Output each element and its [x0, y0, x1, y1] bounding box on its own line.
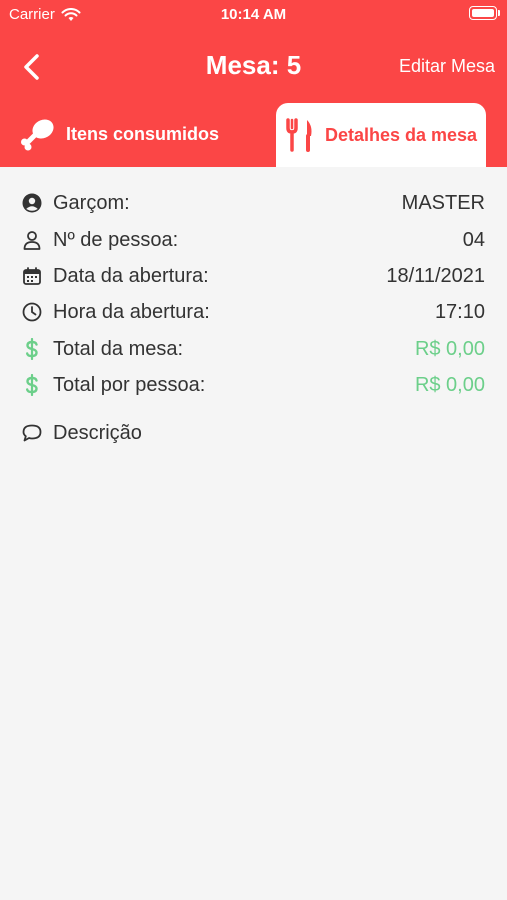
- description-label: Descrição: [53, 421, 142, 444]
- description-row[interactable]: Descrição: [20, 420, 485, 446]
- per-person-total-label: Total por pessoa:: [53, 373, 206, 396]
- per-person-total-row: Total por pessoa: R$ 0,00: [20, 372, 485, 398]
- waiter-label: Garçom:: [53, 191, 130, 214]
- opening-time-row: Hora da abertura: 17:10: [20, 299, 485, 325]
- waiter-row: Garçom: MASTER: [20, 190, 485, 216]
- people-count-row: Nº de pessoa: 04: [20, 227, 485, 253]
- per-person-total-value: R$ 0,00: [414, 373, 485, 396]
- person-circle-icon: [20, 191, 44, 215]
- header: Carrier 10:14 AM Mesa: 5 Editar Mesa Ite…: [0, 0, 507, 167]
- people-count-value: 04: [462, 228, 485, 251]
- battery-icon: [469, 6, 500, 20]
- clock-time: 10:14 AM: [220, 6, 287, 23]
- waiter-value: MASTER: [401, 191, 485, 214]
- chicken-leg-icon: [21, 119, 54, 151]
- tab-table-details-label: Detalhes da mesa: [324, 124, 478, 145]
- tab-consumed-items-label: Itens consumidos: [66, 123, 220, 144]
- clock-icon: [20, 300, 44, 324]
- status-bar: Carrier 10:14 AM: [0, 0, 507, 30]
- table-total-label: Total da mesa:: [53, 337, 184, 360]
- opening-time-label: Hora da abertura:: [53, 300, 210, 323]
- dollar-icon: [20, 373, 44, 397]
- speech-bubble-icon: [20, 421, 44, 445]
- edit-table-button[interactable]: Editar Mesa: [399, 56, 495, 77]
- table-total-value: R$ 0,00: [414, 337, 485, 360]
- dollar-icon: [20, 337, 44, 361]
- fork-knife-icon: [286, 118, 312, 152]
- opening-date-row: Data da abertura: 18/11/2021: [20, 263, 485, 289]
- opening-date-label: Data da abertura:: [53, 264, 209, 287]
- person-outline-icon: [20, 228, 44, 252]
- tab-consumed-items[interactable]: Itens consumidos: [20, 112, 219, 156]
- tab-table-details[interactable]: Detalhes da mesa: [276, 103, 486, 167]
- opening-time-value: 17:10: [434, 300, 485, 323]
- table-total-row: Total da mesa: R$ 0,00: [20, 336, 485, 362]
- navigation-bar: Mesa: 5 Editar Mesa: [0, 40, 507, 92]
- opening-date-value: 18/11/2021: [386, 264, 485, 287]
- people-count-label: Nº de pessoa:: [53, 228, 179, 251]
- calendar-icon: [20, 264, 44, 288]
